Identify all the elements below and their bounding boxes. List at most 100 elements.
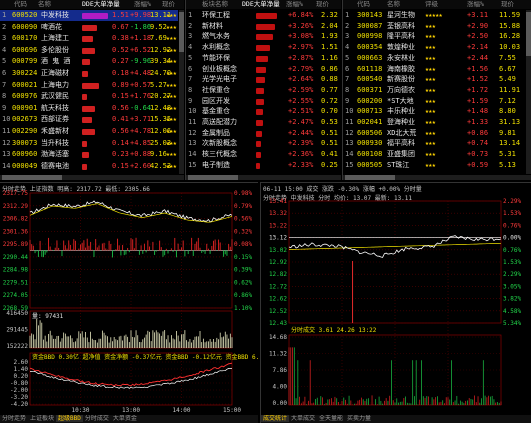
stock-row[interactable]: 14 000049 德赛电池 0.15 +2.60 42.53 ★★★: [0, 161, 178, 172]
stock-row[interactable]: 11 002290 禾盛新材 0.56 +4.78 12.06 ★★★: [0, 126, 178, 137]
sector-row[interactable]: 12 金属制品 +2.44% 0.51: [186, 128, 341, 139]
stock-row[interactable]: 5 000799 酒 鬼 酒 0.27 -9.96 39.34 ★★★: [0, 56, 178, 67]
pct-change: +1.76: [130, 92, 152, 101]
tab-big-money[interactable]: 大单资金: [111, 415, 139, 422]
rated-stock-row[interactable]: 9 600200 *ST大地 ★★★ +1.59 7.12: [343, 96, 525, 107]
pct-change: +3.11: [467, 11, 489, 19]
scrollbar[interactable]: [526, 10, 531, 174]
pct-change: +0.59: [467, 160, 489, 169]
sector-row[interactable]: 4 水利概念 +2.97% 1.51: [186, 42, 341, 53]
stock-chart-svg[interactable]: 13.41 2.29% 13.32 1.53% 13.22 0.76% 13.12 0.00%…: [261, 183, 531, 423]
sector-list: 板块名称 DDE大单净量 涨幅% 现价 1 环保工程 +6.84% 2.32 2 新材料 +…: [185, 0, 341, 180]
sector-row[interactable]: 15 电子制造 +2.33% 0.25: [186, 160, 341, 171]
col-rated-code-header[interactable]: 代码: [357, 0, 370, 9]
col-code-header[interactable]: 代码: [14, 0, 27, 9]
rated-stock-row[interactable]: 6 601118 海南橡胶 ★★★ +1.56 6.67: [343, 64, 525, 75]
row-index: 12: [188, 128, 197, 137]
scrollbar-thumb[interactable]: [179, 12, 184, 52]
sector-value: 0.53: [321, 118, 338, 126]
stock-row[interactable]: 9 000901 航天科技 0.56 -0.64 12.48 ★★★: [0, 103, 178, 114]
y-axis-label: 12.52: [269, 308, 287, 315]
rated-stock-row[interactable]: 5 000663 永安林业 ★★★ +2.44 7.55: [343, 53, 525, 64]
volume-axis-label: 11.32: [269, 351, 287, 358]
price: 9.52: [150, 22, 167, 31]
tab-board[interactable]: 上证板块: [28, 415, 56, 422]
sector-dde-bar: [256, 34, 274, 41]
rated-stock-row[interactable]: 7 600540 新赛股份 ★★★ +1.52 5.49: [343, 74, 525, 85]
sector-row[interactable]: 6 创业板概念 +2.79% 0.86: [186, 64, 341, 75]
tab-daily-volume[interactable]: 全天量能: [317, 415, 345, 422]
ddx-axis-label: -0.80: [10, 380, 28, 387]
col-price-header[interactable]: 现价: [162, 0, 175, 9]
stock-row[interactable]: 3 600170 上海建工 0.38 +1.18 7.69 ★★★: [0, 33, 178, 44]
rated-stock-row[interactable]: 3 000998 隆平高科 ★★★ +2.50 16.28: [343, 31, 525, 42]
col-dde-header[interactable]: DDE大单净量: [82, 0, 120, 9]
col-rated-price-header[interactable]: 现价: [501, 0, 514, 9]
rating-stars-icon: ★★★: [425, 85, 436, 94]
rated-stock-row[interactable]: 14 600108 亚盛集团 ★★★ +0.73 5.31: [343, 149, 525, 160]
sector-row[interactable]: 11 高送配潜力 +2.47% 0.53: [186, 117, 341, 128]
sector-row[interactable]: 10 基金重仓 +2.51% 0.70: [186, 106, 341, 117]
pct-change: +1.18: [130, 34, 152, 43]
col-sector-dde-header[interactable]: DDE大单净量: [242, 0, 280, 9]
h-scrollbar-thumb[interactable]: [2, 175, 62, 180]
sector-row[interactable]: 13 次新股概念 +2.39% 0.51: [186, 138, 341, 149]
stock-row[interactable]: 10 002673 西部证券 0.41 +3.71 15.35 ★★★: [0, 114, 178, 125]
h-scrollbar[interactable]: [0, 175, 184, 180]
rated-stock-row[interactable]: 8 600371 万向德农 ★★★ +1.72 11.91: [343, 85, 525, 96]
col-rated-pct-header[interactable]: 涨幅%: [467, 0, 484, 9]
rated-stock-row[interactable]: 15 000505 ST珠江 ★★★ +0.59 5.13: [343, 160, 525, 171]
col-rated-rating-header[interactable]: 评级: [425, 0, 438, 9]
tab-bid-ask[interactable]: 买卖力量: [345, 415, 373, 422]
tab-fenshi[interactable]: 分时走势: [0, 415, 28, 422]
col-name-header[interactable]: 名称: [38, 0, 51, 9]
sector-pct: +2.59%: [288, 85, 314, 94]
rated-stock-row[interactable]: 4 600354 敦煌种业 ★★★ +2.14 10.03: [343, 42, 525, 53]
stock-row[interactable]: 1 600520 中发科技 1.51 +9.98 13.11 ★★★: [0, 10, 178, 21]
sector-row[interactable]: 9 园区开发 +2.55% 0.72: [186, 96, 341, 107]
stock-name: 万向德农: [387, 85, 415, 94]
scrollbar[interactable]: [179, 10, 184, 174]
index-chart-svg[interactable]: 2317.75 0.98% 2312.29 0.79% 2306.82 0.56% 2301…: [0, 183, 258, 423]
stock-row[interactable]: 12 300073 当升科技 0.14 +4.85 25.03 ★★★: [0, 138, 178, 149]
stock-row[interactable]: 7 600021 上海电力 0.89 +0.57 5.27 ★★★: [0, 80, 178, 91]
sector-pct: +3.08%: [288, 32, 314, 41]
sector-row[interactable]: 14 核三代概念 +2.36% 0.41: [186, 149, 341, 160]
y-axis-label: 12.62: [269, 296, 287, 303]
tab-trade-stats[interactable]: 成交统计: [261, 415, 290, 422]
col-sector-name-header[interactable]: 板块名称: [202, 0, 228, 9]
scrollbar-thumb[interactable]: [526, 12, 531, 56]
row-index: 8: [188, 85, 193, 94]
rating-stars-icon: ★★★: [166, 127, 177, 135]
sector-row[interactable]: 8 社保重仓 +2.59% 0.77: [186, 85, 341, 96]
sector-row[interactable]: 1 环保工程 +6.84% 2.32: [186, 10, 341, 21]
rated-stock-row[interactable]: 1 300143 星河生物 ★★★★★ +3.11 11.59: [343, 10, 525, 21]
h-scrollbar[interactable]: [343, 175, 531, 180]
rated-stock-row[interactable]: 12 600506 XD北大荒 ★★★ +0.86 9.81: [343, 128, 525, 139]
rated-stock-row[interactable]: 13 000930 福平高科 ★★★ +0.74 13.14: [343, 138, 525, 149]
stock-row[interactable]: 6 300224 正海磁材 0.18 +4.48 24.70 ★★★: [0, 68, 178, 79]
sector-row[interactable]: 7 光学光电子 +2.64% 0.88: [186, 74, 341, 85]
h-scrollbar[interactable]: [186, 175, 341, 180]
sector-row[interactable]: 2 新材料 +3.26% 2.04: [186, 21, 341, 32]
col-pct-header[interactable]: 涨幅%: [134, 0, 151, 9]
tab-trades[interactable]: 分时成交: [83, 415, 111, 422]
rated-stock-row[interactable]: 2 300087 荃银高科 ★★★ +2.90 15.88: [343, 21, 525, 32]
sector-row[interactable]: 5 节能环保 +2.87% 1.16: [186, 53, 341, 64]
stock-row[interactable]: 2 600090 啤酒花 0.67 -1.86 9.52 ★★★: [0, 22, 178, 33]
sector-dde-bar: [256, 130, 262, 137]
stock-row[interactable]: 13 600960 渤海活塞 0.23 +0.88 9.16 ★★★: [0, 149, 178, 160]
y-axis-label: 13.22: [269, 222, 287, 229]
h-scrollbar-thumb[interactable]: [188, 175, 238, 180]
rated-stock-row[interactable]: 10 000713 丰乐种业 ★★★ +1.48 8.80: [343, 106, 525, 117]
stock-row[interactable]: 4 600696 多伦股份 0.52 +6.52 12.92 ★★★: [0, 45, 178, 56]
col-sector-pct-header[interactable]: 涨幅%: [286, 0, 303, 9]
sector-row[interactable]: 3 燃气水务 +3.08% 1.93: [186, 31, 341, 42]
h-scrollbar-thumb[interactable]: [345, 175, 395, 180]
stock-row[interactable]: 8 600976 武汉健民 0.15 +1.76 20.27 ★★★: [0, 91, 178, 102]
col-sector-price-header[interactable]: 现价: [316, 0, 329, 9]
tab-big-trades[interactable]: 大单成交: [289, 415, 317, 422]
tab-super-bbd[interactable]: 超级BBD: [56, 415, 83, 422]
rated-stock-row[interactable]: 11 002041 登海种业 ★★★ +1.33 31.13: [343, 117, 525, 128]
col-rated-name-header[interactable]: 名称: [387, 0, 400, 9]
